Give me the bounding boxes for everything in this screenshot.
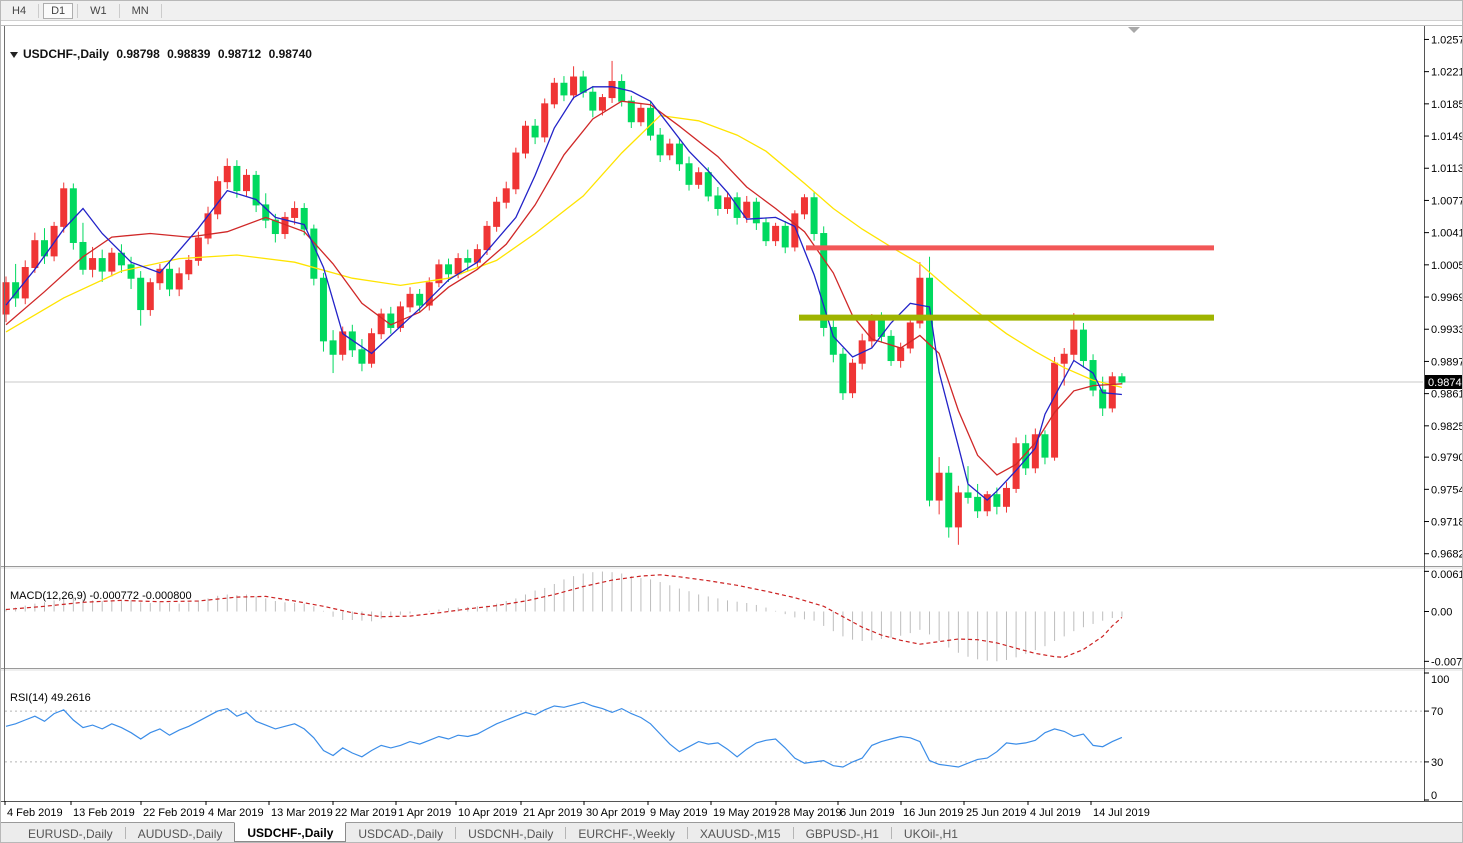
timeframe-button-d1[interactable]: D1 [43, 3, 73, 19]
svg-text:1.01130: 1.01130 [1431, 163, 1463, 175]
macd-axis-label: 0.00 [1431, 607, 1452, 619]
tab-xauusd-m15[interactable]: XAUUSD-,M15 [688, 823, 793, 842]
time-axis-label: 22 Feb 2019 [143, 807, 205, 819]
timeframe-button-w1[interactable]: W1 [82, 3, 115, 19]
tab-eurchf-weekly[interactable]: EURCHF-,Weekly [566, 823, 686, 842]
time-axis-label: 10 Apr 2019 [458, 807, 517, 819]
time-axis-label: 14 Jul 2019 [1093, 807, 1150, 819]
chart-canvas[interactable]: 1.02570 1.02210 1.01850 1.01490 1.01130 1.007… [1, 21, 1463, 824]
tab-usdcnh-daily[interactable]: USDCNH-,Daily [456, 823, 565, 842]
mt4-window: H4D1W1MN 1.025701.022101.018501.014901.0… [0, 0, 1463, 843]
svg-text:1.01850: 1.01850 [1431, 99, 1463, 111]
tab-audusd-daily[interactable]: AUDUSD-,Daily [126, 823, 235, 842]
svg-text:0.98610: 0.98610 [1431, 389, 1463, 401]
rsi-indicator-label: RSI(14) 49.2616 [10, 692, 91, 704]
rsi-axis-label: 100 [1431, 674, 1449, 686]
macd-indicator-label: MACD(12,26,9) -0.000772 -0.000800 [10, 590, 192, 602]
chart-symbol: USDCHF-,Daily [23, 47, 109, 61]
time-axis-label: 19 May 2019 [713, 807, 777, 819]
time-axis-label: 22 Mar 2019 [335, 807, 397, 819]
svg-text:0.97900: 0.97900 [1431, 452, 1463, 464]
tab-gbpusd-h1[interactable]: GBPUSD-,H1 [794, 823, 891, 842]
svg-text:1.02210: 1.02210 [1431, 67, 1463, 79]
svg-text:1.00770: 1.00770 [1431, 195, 1463, 207]
time-axis-label: 9 May 2019 [650, 807, 707, 819]
time-axis-label: 13 Mar 2019 [271, 807, 333, 819]
timeframe-toolbar: H4 D1 W1 MN [1, 1, 1462, 21]
time-axis-label: 21 Apr 2019 [523, 807, 582, 819]
svg-text:0.99330: 0.99330 [1431, 324, 1463, 336]
rsi-value: 49.2616 [51, 692, 91, 704]
toolbar-separator [38, 4, 39, 18]
time-axis-label: 4 Jul 2019 [1030, 807, 1081, 819]
toolbar-separator [119, 4, 120, 18]
svg-text:1.02570: 1.02570 [1431, 34, 1463, 46]
svg-text:0.98970: 0.98970 [1431, 356, 1463, 368]
svg-text:0.97540: 0.97540 [1431, 484, 1463, 496]
time-axis-label: 16 Jun 2019 [903, 807, 964, 819]
svg-text:0.99690: 0.99690 [1431, 292, 1463, 304]
panel-separator[interactable] [1, 566, 1463, 567]
svg-text:0.96820: 0.96820 [1431, 549, 1463, 561]
chart-window: 1.02570 1.02210 1.01850 1.01490 1.01130 1.007… [1, 21, 1463, 824]
time-axis-label: 28 May 2019 [778, 807, 842, 819]
tab-eurusd-daily[interactable]: EURUSD-,Daily [16, 823, 125, 842]
chart-title: USDCHF-,Daily 0.98798 0.98839 0.98712 0.… [10, 47, 316, 61]
time-axis-label: 13 Feb 2019 [73, 807, 135, 819]
time-axis-label: 30 Apr 2019 [586, 807, 645, 819]
tab-ukoil-h1[interactable]: UKOil-,H1 [892, 823, 970, 842]
panel-separator[interactable] [1, 668, 1463, 669]
toolbar-separator [77, 4, 78, 18]
ohlc-high: 0.98839 [167, 47, 210, 61]
rsi-name: RSI(14) [10, 692, 48, 704]
time-axis-label: 1 Apr 2019 [398, 807, 451, 819]
macd-axis-label: 0.00613 [1431, 569, 1463, 581]
svg-text:0.98250: 0.98250 [1431, 421, 1463, 433]
symbol-tabbar: EURUSD-,DailyAUDUSD-,DailyUSDCHF-,DailyU… [1, 822, 1462, 842]
svg-text:1.01490: 1.01490 [1431, 131, 1463, 143]
tab-usdchf-daily[interactable]: USDCHF-,Daily [234, 822, 346, 842]
chart-collapse-icon[interactable] [10, 52, 18, 58]
time-axis-label: 25 Jun 2019 [966, 807, 1027, 819]
svg-text:0.97180: 0.97180 [1431, 517, 1463, 529]
current-price-value: 0.98740 [1428, 377, 1463, 389]
svg-text:1.00050: 1.00050 [1431, 260, 1463, 272]
rsi-axis-label: 30 [1431, 757, 1443, 769]
macd-axis-label: -0.007612 [1431, 656, 1463, 668]
ohlc-low: 0.98712 [218, 47, 261, 61]
rsi-axis-label: 0 [1431, 790, 1437, 802]
time-axis-label: 4 Feb 2019 [7, 807, 63, 819]
chart-background [1, 21, 1463, 824]
tab-usdcad-daily[interactable]: USDCAD-,Daily [346, 823, 455, 842]
rsi-axis-label: 70 [1431, 706, 1443, 718]
svg-text:1.00410: 1.00410 [1431, 228, 1463, 240]
macd-values: -0.000772 -0.000800 [89, 590, 191, 602]
timeframe-button-mn[interactable]: MN [124, 3, 157, 19]
timeframe-button-h4[interactable]: H4 [4, 3, 34, 19]
ohlc-close: 0.98740 [269, 47, 312, 61]
time-axis-label: 4 Mar 2019 [208, 807, 264, 819]
ohlc-open: 0.98798 [116, 47, 159, 61]
toolbar-separator [161, 4, 162, 18]
time-axis-label: 6 Jun 2019 [840, 807, 894, 819]
macd-name: MACD(12,26,9) [10, 590, 86, 602]
